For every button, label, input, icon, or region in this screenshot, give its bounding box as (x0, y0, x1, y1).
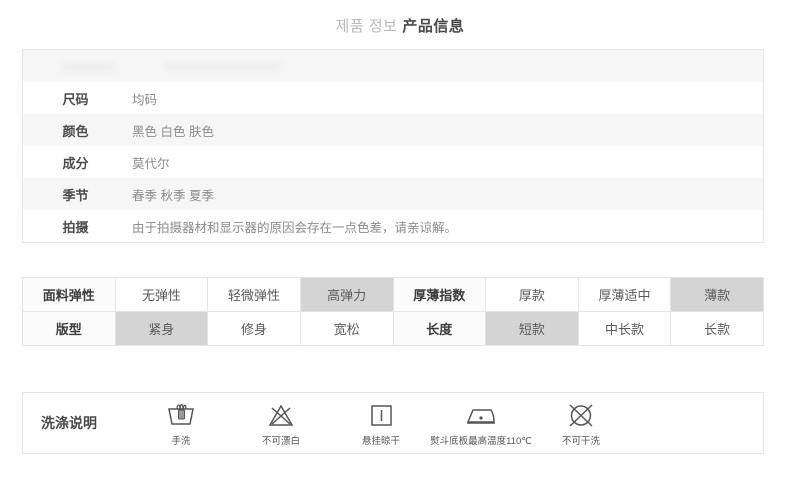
wash-care-caption: 不可漂白 (261, 435, 300, 447)
info-key: 拍摄 (62, 219, 89, 235)
wash-care-panel: 洗涤说明 手洗 不可漂白 悬挂晾干 熨斗底板最高温度110℃ 不可干洗 (22, 392, 764, 454)
redacted-value-block (165, 62, 281, 72)
page-title-chinese: 产品信息 (402, 18, 465, 35)
spec-attribute-table: 面料弹性 无弹性 轻微弹性 高弹力 厚薄指数 厚款 厚薄适中 薄款 版型 紧身 … (22, 277, 764, 346)
info-value: 均码 (132, 92, 158, 107)
info-key: 尺码 (62, 91, 89, 107)
redacted-value-cell (128, 50, 763, 82)
info-value: 莫代尔 (132, 156, 170, 171)
page-title: 제품 정보 产品信息 (0, 0, 800, 36)
wash-care-caption: 不可干洗 (561, 435, 600, 447)
page-title-korean: 제품 정보 (335, 18, 398, 35)
spec-option-thin[interactable]: 薄款 (670, 277, 764, 312)
spec-option-no-stretch[interactable]: 无弹性 (114, 277, 209, 312)
spec-option-high-stretch[interactable]: 高弹力 (299, 277, 394, 312)
wash-care-item-no-bleach: 不可漂白 (233, 400, 329, 447)
do-not-bleach-icon (266, 400, 296, 430)
do-not-dry-clean-icon (566, 400, 596, 430)
wash-care-caption: 悬挂晾干 (361, 435, 400, 447)
table-row: 颜色 黑色 白色 肤色 (23, 114, 763, 146)
spec-header-fabric-elasticity: 面料弹性 (22, 277, 116, 312)
table-row: 成分 莫代尔 (23, 146, 763, 178)
spec-header-thickness-index: 厚薄指数 (392, 277, 487, 312)
info-value: 春季 秋季 夏季 (132, 188, 214, 203)
spec-header-version-type: 版型 (22, 311, 116, 346)
wash-care-caption: 手洗 (171, 435, 191, 447)
info-key: 成分 (62, 155, 89, 171)
wash-care-item-hand-wash: 手洗 (133, 400, 229, 447)
spec-option-medium-thickness[interactable]: 厚薄适中 (577, 277, 672, 312)
spec-option-loose-fit[interactable]: 宽松 (299, 311, 394, 346)
spec-option-tight-fit[interactable]: 紧身 (114, 311, 209, 346)
spec-option-thick[interactable]: 厚款 (485, 277, 579, 312)
wash-care-label: 洗涤说明 (41, 415, 97, 431)
spec-header-length: 长度 (392, 311, 487, 346)
info-key: 季节 (62, 187, 89, 203)
table-row: 季节 春季 秋季 夏季 (23, 178, 763, 210)
table-row: 尺码 均码 (23, 82, 763, 114)
wash-care-caption: 熨斗底板最高温度110℃ (430, 435, 532, 447)
spec-row-elasticity-thickness: 面料弹性 无弹性 轻微弹性 高弹力 厚薄指数 厚款 厚薄适中 薄款 (22, 277, 764, 312)
table-row: 拍摄 由于拍摄器材和显示器的原因会存在一点色差，请亲谅解。 (23, 210, 763, 242)
wash-care-item-iron-low: 熨斗底板最高温度110℃ (430, 400, 532, 447)
spec-row-fit-length: 版型 紧身 修身 宽松 长度 短款 中长款 长款 (22, 311, 764, 346)
spec-option-long[interactable]: 长款 (670, 311, 764, 346)
spec-option-slight-stretch[interactable]: 轻微弹性 (207, 277, 301, 312)
spec-option-short[interactable]: 短款 (485, 311, 579, 346)
hand-wash-icon (166, 400, 196, 430)
info-value: 由于拍摄器材和显示器的原因会存在一点色差，请亲谅解。 (132, 220, 458, 235)
info-key: 颜色 (62, 123, 89, 139)
wash-care-item-line-dry: 悬挂晾干 (333, 400, 429, 447)
info-value: 黑色 白色 肤色 (132, 124, 214, 139)
wash-care-item-no-dry-clean: 不可干洗 (533, 400, 629, 447)
spec-option-medium-long[interactable]: 中长款 (577, 311, 672, 346)
redacted-key-cell (23, 50, 128, 82)
spec-option-slim-fit[interactable]: 修身 (207, 311, 301, 346)
product-info-table: 尺码 均码 颜色 黑色 白色 肤色 成分 莫代尔 季节 春季 秋季 夏季 拍摄 … (22, 49, 764, 243)
iron-low-temp-icon (464, 400, 498, 430)
table-row-redacted (23, 50, 763, 82)
redacted-key-block (60, 62, 117, 72)
line-dry-icon (366, 400, 396, 430)
